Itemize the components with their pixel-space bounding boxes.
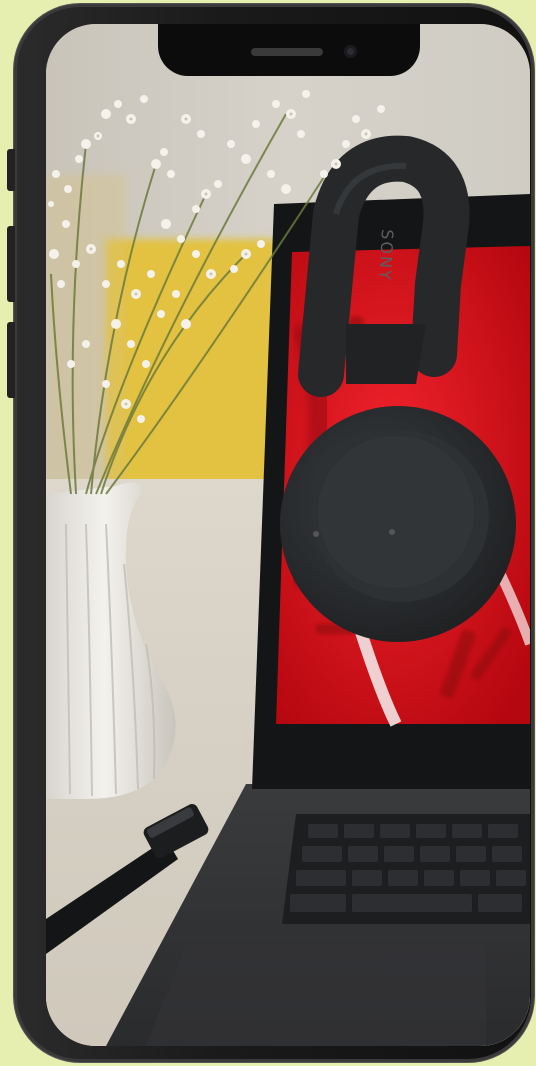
- phone-screen: SONY: [46, 24, 530, 1046]
- front-camera: [344, 45, 357, 58]
- earpiece-speaker: [251, 48, 323, 56]
- silent-switch: [7, 149, 15, 191]
- volume-up-button: [7, 226, 15, 302]
- volume-down-button: [7, 322, 15, 398]
- phone-frame: SONY: [7, 4, 534, 1062]
- phone-notch: [158, 24, 420, 76]
- wallpaper-photo: SONY: [46, 24, 530, 1046]
- sony-logo: SONY: [375, 229, 397, 282]
